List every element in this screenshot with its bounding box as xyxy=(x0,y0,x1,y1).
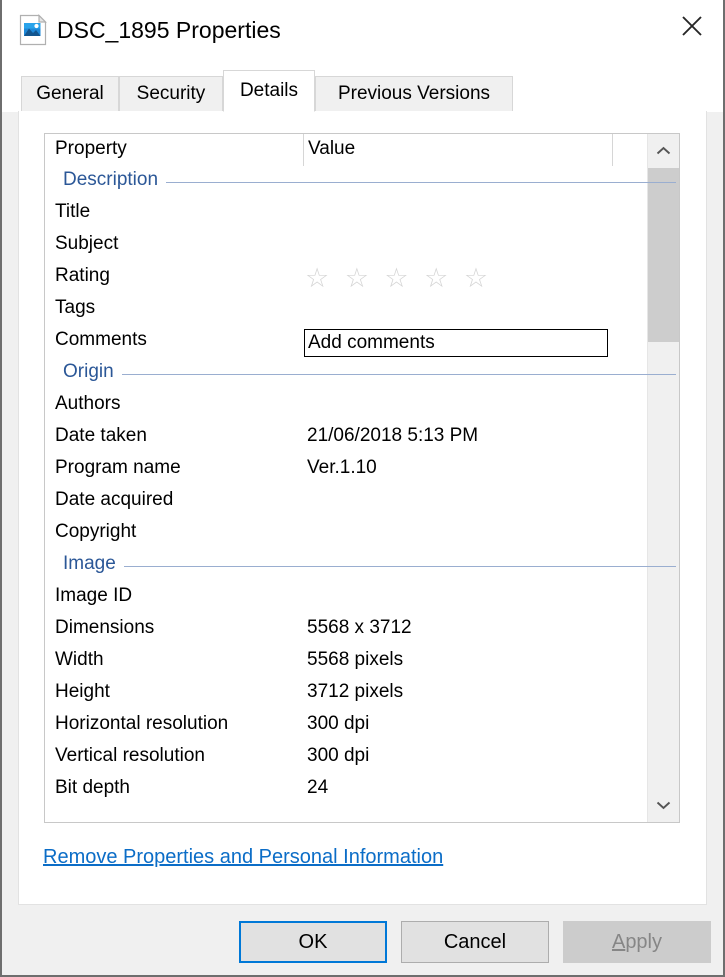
property-value: 5568 x 3712 xyxy=(307,617,412,638)
property-name: Date taken xyxy=(55,425,147,446)
remove-properties-link[interactable]: Remove Properties and Personal Informati… xyxy=(43,846,443,869)
chevron-up-icon[interactable] xyxy=(648,134,679,168)
window-title: DSC_1895 Properties xyxy=(57,17,281,43)
button-bar: OK Cancel Apply xyxy=(2,907,723,975)
tab-strip: General Security Details Previous Versio… xyxy=(2,60,723,112)
section-rule xyxy=(63,374,676,375)
table-row[interactable]: Vertical resolution 300 dpi xyxy=(45,742,679,774)
section-rule xyxy=(63,566,676,567)
property-name: Rating xyxy=(55,265,110,286)
property-value: 3712 pixels xyxy=(307,681,404,702)
section-header-row: Origin xyxy=(45,358,679,390)
scrollbar-thumb[interactable] xyxy=(648,168,679,342)
title-bar: DSC_1895 Properties xyxy=(2,0,723,60)
property-value: 300 dpi xyxy=(307,745,370,766)
property-name: Width xyxy=(55,649,104,670)
table-row[interactable]: Authors xyxy=(45,390,679,422)
column-header-value[interactable]: Value xyxy=(308,138,355,160)
property-name: Horizontal resolution xyxy=(55,713,229,734)
ok-button[interactable]: OK xyxy=(239,921,387,963)
property-name: Dimensions xyxy=(55,617,155,638)
table-row[interactable]: Bit depth 24 xyxy=(45,774,679,806)
property-name: Date acquired xyxy=(55,489,174,510)
property-value: 24 xyxy=(307,777,329,798)
table-row[interactable]: Comments xyxy=(45,326,679,358)
section-header-row: Image xyxy=(45,550,679,582)
property-name: Tags xyxy=(55,297,96,318)
section-title: Image xyxy=(63,553,124,575)
table-row[interactable]: Copyright xyxy=(45,518,679,550)
table-row[interactable]: Height 3712 pixels xyxy=(45,678,679,710)
column-header-property[interactable]: Property xyxy=(55,138,127,160)
property-value: 300 dpi xyxy=(307,713,370,734)
chevron-down-icon[interactable] xyxy=(648,788,679,822)
comments-field-wrapper[interactable] xyxy=(304,329,608,357)
apply-button[interactable]: Apply xyxy=(563,921,711,963)
tab-previous-versions[interactable]: Previous Versions xyxy=(315,76,513,112)
table-row[interactable]: Tags xyxy=(45,294,679,326)
table-row[interactable]: Date acquired xyxy=(45,486,679,518)
property-name: Comments xyxy=(55,329,147,350)
table-row[interactable]: Date taken 21/06/2018 5:13 PM xyxy=(45,422,679,454)
property-name: Image ID xyxy=(55,585,133,606)
image-file-icon xyxy=(19,14,49,46)
table-row[interactable]: Subject xyxy=(45,230,679,262)
column-divider-2[interactable] xyxy=(612,134,613,166)
column-divider-1[interactable] xyxy=(303,134,304,166)
vertical-scrollbar[interactable] xyxy=(647,134,679,822)
property-name: Copyright xyxy=(55,521,137,542)
property-name: Height xyxy=(55,681,110,702)
table-row[interactable]: Title xyxy=(45,198,679,230)
table-row[interactable]: Image ID xyxy=(45,582,679,614)
apply-label-rest: pply xyxy=(625,931,663,953)
section-title: Description xyxy=(63,169,167,191)
property-rows: Description Title Subject Rating ☆ ☆ ☆ ☆ ☆ Ta… xyxy=(45,166,679,822)
tab-general[interactable]: General xyxy=(21,76,119,112)
tab-details[interactable]: Details xyxy=(223,70,315,112)
table-row[interactable]: Horizontal resolution 300 dpi xyxy=(45,710,679,742)
property-name: Subject xyxy=(55,233,119,254)
list-header-row: Property Value xyxy=(45,134,679,166)
property-value: Ver.1.10 xyxy=(307,457,377,478)
property-name: Program name xyxy=(55,457,181,478)
table-row[interactable]: Rating ☆ ☆ ☆ ☆ ☆ xyxy=(45,262,679,294)
comments-input[interactable] xyxy=(305,330,607,356)
table-row[interactable]: Program name Ver.1.10 xyxy=(45,454,679,486)
table-row[interactable]: Dimensions 5568 x 3712 xyxy=(45,614,679,646)
property-list: Property Value Description Title Subject Ra… xyxy=(44,133,680,823)
property-name: Bit depth xyxy=(55,777,130,798)
close-icon[interactable] xyxy=(661,0,723,52)
property-name: Authors xyxy=(55,393,121,414)
property-name: Vertical resolution xyxy=(55,745,205,766)
cancel-button[interactable]: Cancel xyxy=(401,921,549,963)
table-row[interactable]: Width 5568 pixels xyxy=(45,646,679,678)
property-value: 21/06/2018 5:13 PM xyxy=(307,425,479,446)
property-name: Title xyxy=(55,201,91,222)
tab-security[interactable]: Security xyxy=(119,76,223,112)
property-value: 5568 pixels xyxy=(307,649,404,670)
properties-dialog: DSC_1895 Properties General Security Det… xyxy=(0,0,725,977)
section-title: Origin xyxy=(63,361,122,383)
rating-stars[interactable]: ☆ ☆ ☆ ☆ ☆ xyxy=(305,263,492,293)
section-header-row: Description xyxy=(45,166,679,198)
apply-accelerator: A xyxy=(611,931,626,953)
